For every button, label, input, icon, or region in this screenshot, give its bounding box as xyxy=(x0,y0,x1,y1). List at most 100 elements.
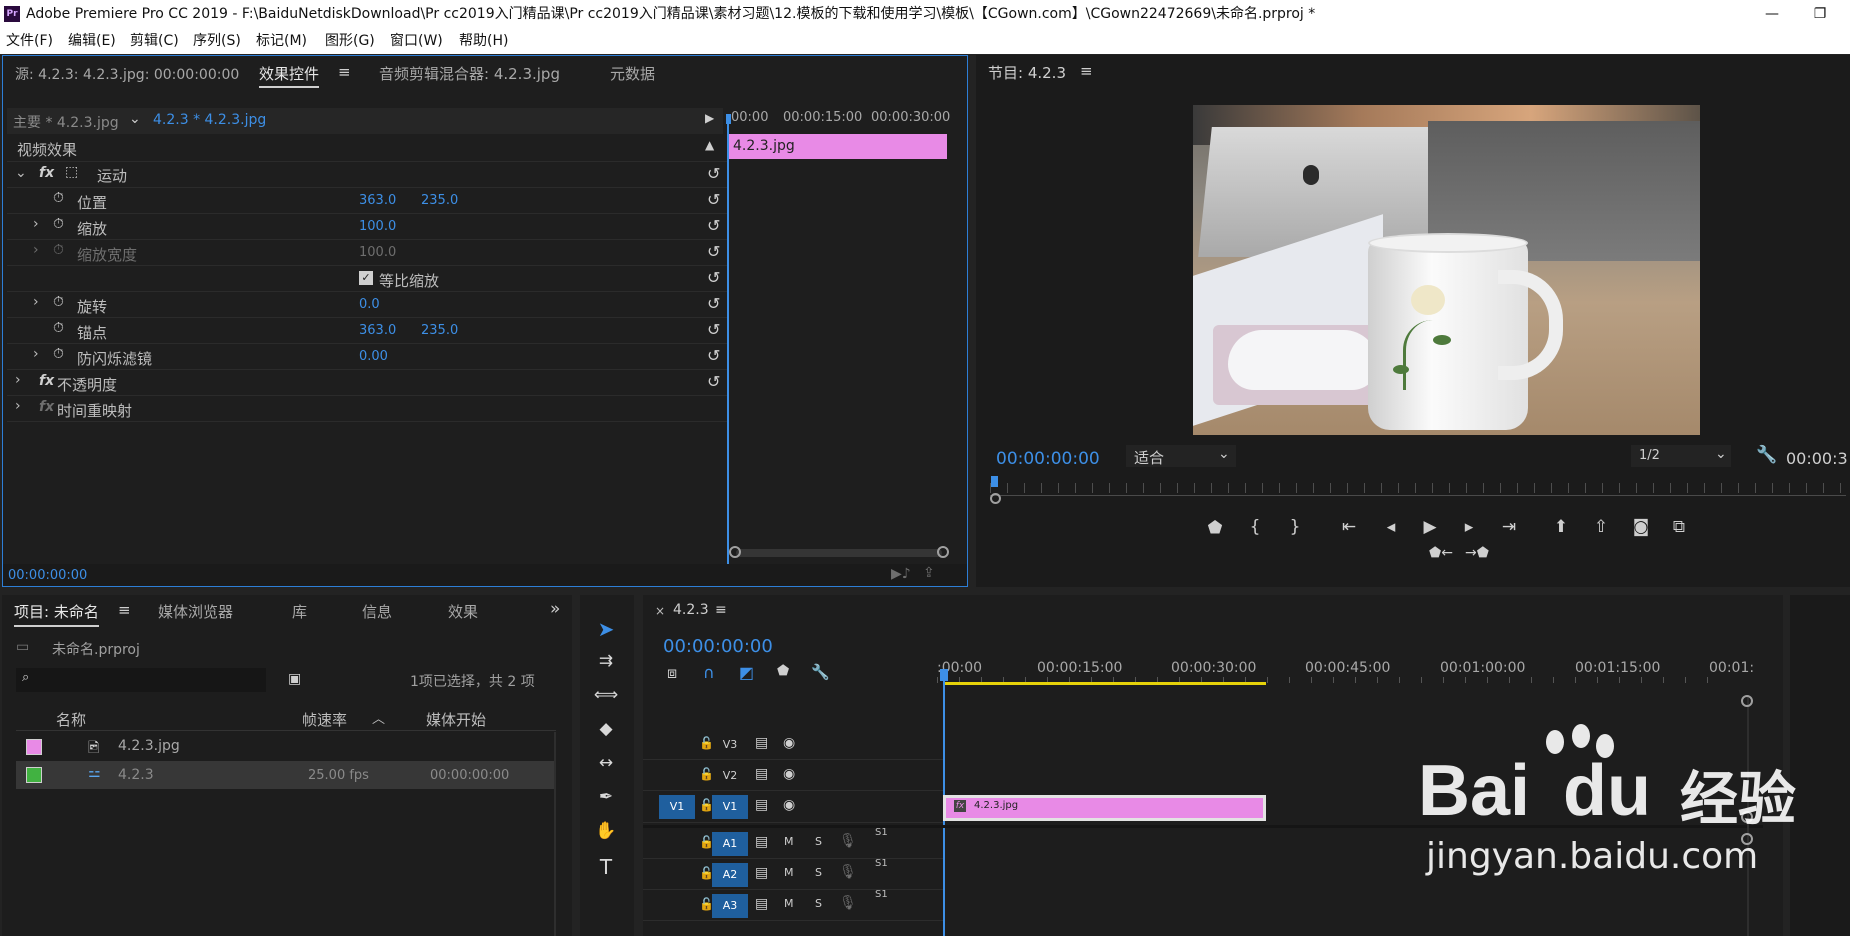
tab-metadata[interactable]: 元数据 xyxy=(610,63,655,84)
scroll-handle[interactable] xyxy=(1741,833,1753,845)
reset-uniform-icon[interactable]: ↺ xyxy=(707,268,720,287)
ripple-edit-tool-icon[interactable]: ⟺ xyxy=(592,685,620,705)
sync-lock-icon[interactable]: ▤ xyxy=(755,896,768,912)
expand-scale-width-icon[interactable]: › xyxy=(33,242,39,258)
program-timecode[interactable]: 00:00:00:00 xyxy=(996,449,1100,469)
fit-dropdown[interactable]: 适合 ⌄ xyxy=(1126,445,1236,467)
close-sequence-icon[interactable]: × xyxy=(655,604,665,618)
solo-button[interactable]: S xyxy=(815,835,822,848)
transform-box-icon[interactable]: ⬚ xyxy=(65,164,78,180)
track-label-v3[interactable]: V3 xyxy=(712,733,748,757)
project-search-input[interactable]: ⌕ xyxy=(16,668,266,692)
sync-lock-icon[interactable]: ▤ xyxy=(755,766,768,782)
reset-scale-icon[interactable]: ↺ xyxy=(707,216,720,235)
tab-effects[interactable]: 效果 xyxy=(448,601,478,622)
pen-tool-icon[interactable]: ✒ xyxy=(592,787,620,807)
eye-icon[interactable]: ◉ xyxy=(783,797,795,813)
step-back-icon[interactable]: ◂ xyxy=(1378,517,1404,537)
chevron-down-icon[interactable]: ⌄ xyxy=(129,111,141,127)
camera-icon[interactable]: ◙ xyxy=(1628,517,1654,537)
play-clip-icon[interactable]: ▶ xyxy=(705,111,714,125)
reset-flicker-icon[interactable]: ↺ xyxy=(707,346,720,365)
eye-icon[interactable]: ◉ xyxy=(783,766,795,782)
selection-tool-icon[interactable]: ➤ xyxy=(592,617,620,641)
snap-magnet-icon[interactable]: ∩ xyxy=(703,663,715,682)
compare-view-icon[interactable]: ⧉ xyxy=(1666,517,1692,537)
expand-motion-icon[interactable]: ⌄ xyxy=(15,165,27,181)
effect-row-opacity[interactable]: › fx 不透明度 ↺ xyxy=(7,370,727,396)
step-forward-icon[interactable]: ▸ xyxy=(1456,517,1482,537)
linked-selection-icon[interactable]: ◩ xyxy=(739,663,754,682)
menu-file[interactable]: 文件(F) xyxy=(6,28,53,54)
mute-button[interactable]: M xyxy=(784,866,794,879)
timeline-ruler[interactable]: :00:00 00:00:15:00 00:00:30:00 00:00:45:… xyxy=(937,655,1754,683)
timeline-clip-v1[interactable]: fx 4.2.3.jpg xyxy=(943,795,1266,821)
expand-flicker-icon[interactable]: › xyxy=(33,346,39,362)
resolution-dropdown[interactable]: 1/2 ⌄ xyxy=(1631,445,1731,467)
track-label-a1[interactable]: A1 xyxy=(712,832,748,856)
more-panels-icon[interactable]: » xyxy=(550,599,560,619)
track-label-v1[interactable]: V1 xyxy=(712,795,748,819)
clip-fx-badge-icon[interactable]: fx xyxy=(954,800,966,812)
sync-lock-icon[interactable]: ▤ xyxy=(755,797,768,813)
program-scrub-ticks[interactable] xyxy=(990,483,1846,493)
go-to-in-icon[interactable]: ⇤ xyxy=(1336,517,1362,537)
tab-libraries[interactable]: 库 xyxy=(292,601,307,622)
flicker-value[interactable]: 0.00 xyxy=(359,349,388,364)
sort-asc-icon[interactable]: ︿ xyxy=(372,708,385,727)
lift-icon[interactable]: ⬆ xyxy=(1548,517,1574,537)
sequence-menu-icon[interactable]: ≡ xyxy=(715,602,727,618)
menu-help[interactable]: 帮助(H) xyxy=(459,28,508,54)
fx-badge-icon[interactable]: fx xyxy=(39,373,54,389)
microphone-icon[interactable]: 🎙 xyxy=(839,864,857,880)
expand-opacity-icon[interactable]: › xyxy=(15,372,21,388)
ec-zoom-handle-left[interactable] xyxy=(729,546,741,558)
timeline-playhead-handle[interactable] xyxy=(940,669,948,681)
position-y-value[interactable]: 235.0 xyxy=(421,193,458,208)
menu-clip[interactable]: 剪辑(C) xyxy=(130,28,179,54)
timeline-timecode[interactable]: 00:00:00:00 xyxy=(663,636,773,657)
mark-in-icon[interactable]: { xyxy=(1242,517,1268,537)
menu-markers[interactable]: 标记(M) xyxy=(256,28,307,54)
tab-media-browser[interactable]: 媒体浏览器 xyxy=(158,601,233,622)
anchor-y-value[interactable]: 235.0 xyxy=(421,323,458,338)
project-scrollbar[interactable] xyxy=(554,732,556,936)
menu-edit[interactable]: 编辑(E) xyxy=(68,28,116,54)
timeline-settings-wrench-icon[interactable]: 🔧 xyxy=(811,663,830,681)
new-bin-from-search-icon[interactable]: ▣ xyxy=(288,671,301,687)
project-menu-icon[interactable]: ≡ xyxy=(118,601,131,619)
wrench-icon[interactable]: 🔧 xyxy=(1756,445,1777,465)
add-marker-icon[interactable]: ⬟ xyxy=(777,663,789,679)
scroll-handle-top[interactable] xyxy=(1741,695,1753,707)
fx-badge-icon[interactable]: fx xyxy=(39,165,54,181)
eye-icon[interactable]: ◉ xyxy=(783,735,795,751)
program-menu-icon[interactable]: ≡ xyxy=(1080,62,1093,80)
stopwatch-icon[interactable]: ⏱ xyxy=(53,190,64,206)
tab-project[interactable]: 项目: 未命名 xyxy=(14,601,99,627)
ec-timecode[interactable]: 00:00:00:00 xyxy=(8,568,87,583)
tab-info[interactable]: 信息 xyxy=(362,601,392,622)
item-color-label[interactable] xyxy=(26,767,42,783)
go-to-out-icon[interactable]: ⇥ xyxy=(1496,517,1522,537)
program-title[interactable]: 节目: 4.2.3 xyxy=(988,62,1066,83)
tab-effect-controls[interactable]: 效果控件 xyxy=(259,63,320,88)
export-frame-icon[interactable]: ⇪ xyxy=(923,565,935,581)
sequence-tab[interactable]: 4.2.3 xyxy=(673,602,709,618)
tab-source[interactable]: 源: 4.2.3: 4.2.3.jpg: 00:00:00:00 xyxy=(15,64,239,84)
sequence-clip-label[interactable]: 4.2.3 * 4.2.3.jpg xyxy=(153,112,266,128)
tab-audio-clip-mixer[interactable]: 音频剪辑混合器: 4.2.3.jpg xyxy=(379,63,560,84)
expand-scale-icon[interactable]: › xyxy=(33,216,39,232)
position-x-value[interactable]: 363.0 xyxy=(359,193,396,208)
scale-value[interactable]: 100.0 xyxy=(359,219,396,234)
effect-row-time-remap[interactable]: › fx 时间重映射 xyxy=(7,396,727,422)
stopwatch-icon[interactable]: ⏱ xyxy=(53,294,64,310)
track-label-v2[interactable]: V2 xyxy=(712,764,748,788)
sync-lock-icon[interactable]: ▤ xyxy=(755,735,768,751)
table-row[interactable]: ⚍ 4.2.3 25.00 fps 00:00:00:00 xyxy=(16,761,556,789)
program-video-frame[interactable] xyxy=(1193,105,1700,435)
reset-opacity-icon[interactable]: ↺ xyxy=(707,372,720,391)
mark-out-icon[interactable]: } xyxy=(1282,517,1308,537)
collapse-up-icon[interactable]: ▲ xyxy=(705,138,714,152)
stopwatch-icon[interactable]: ⏱ xyxy=(53,320,64,336)
track-select-tool-icon[interactable]: ⇉ xyxy=(592,651,620,671)
